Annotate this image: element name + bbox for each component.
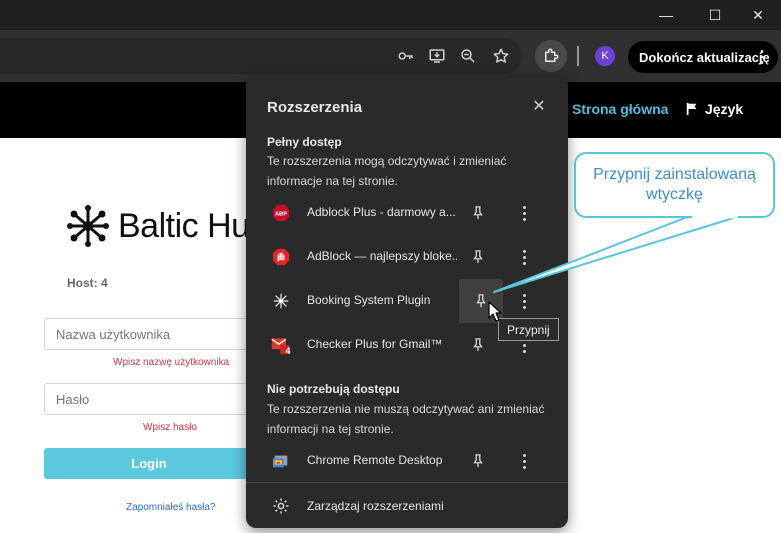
title-bar: — ☐ ✕ [0,0,781,30]
nav-language-label: Język [705,101,744,117]
no-access-heading: Nie potrzebują dostępu [267,382,400,396]
popup-close-button[interactable]: ✕ [530,97,548,115]
pin-icon[interactable] [469,452,487,470]
adblock-hand-icon [271,247,291,267]
close-window-button[interactable]: ✕ [735,0,781,30]
extension-name: Checker Plus for Gmail™ [307,337,443,351]
mouse-cursor-icon [488,301,502,322]
popup-divider [246,482,568,483]
nav-language-link[interactable]: Język [685,101,743,117]
pin-icon[interactable] [469,204,487,222]
no-access-description: Te rozszerzenia nie muszą odczytywać ani… [267,402,545,436]
update-button-label: Dokończ aktualizację [639,49,770,65]
update-button[interactable]: Dokończ aktualizację ⋮ [628,41,778,73]
nav-home-link[interactable]: Strona główna [572,101,668,117]
extensions-popup: Rozszerzenia ✕ Pełny dostęp Te rozszerze… [246,75,568,528]
adblock-plus-icon: ABP [271,203,291,223]
extension-row-adblock[interactable]: AdBlock — najlepszy bloke... [246,235,568,279]
gear-icon [273,498,289,514]
manage-extensions-item[interactable]: Zarządzaj rozszerzeniami [246,490,568,522]
extension-name: AdBlock — najlepszy bloke... [307,249,457,263]
site-logo: Baltic Hu [66,204,250,248]
key-icon[interactable] [394,44,418,68]
profile-initial: K [601,50,609,62]
extension-row-remote-desktop[interactable]: Chrome Remote Desktop [246,439,568,483]
install-app-icon[interactable] [425,44,449,68]
forgot-password-link[interactable]: Zapomniałeś hasła? [126,502,216,513]
maximize-button[interactable]: ☐ [692,0,738,30]
pin-icon [476,294,486,308]
notification-badge: 4 [285,346,291,356]
extension-row-booking-system[interactable]: Booking System Plugin [246,279,568,323]
password-error: Wpisz hasło [143,422,197,433]
password-input[interactable]: Hasło [44,383,254,415]
remote-desktop-icon [271,451,291,471]
extension-name: Chrome Remote Desktop [307,453,443,467]
full-access-heading: Pełny dostęp [267,135,342,149]
gmail-checker-icon: 4 [271,335,291,356]
pin-icon[interactable] [469,248,487,266]
login-button[interactable]: Login [44,448,254,479]
flag-icon [686,102,697,116]
password-placeholder: Hasło [56,391,90,407]
more-options-icon[interactable] [517,202,531,224]
username-input[interactable]: Nazwa użytkownika [44,318,254,350]
extension-name: Booking System Plugin [307,293,431,307]
more-options-icon[interactable] [517,450,531,472]
menu-dots-icon: ⋮ [754,49,770,66]
maximize-icon: ☐ [708,6,722,23]
more-options-icon[interactable] [517,290,531,312]
close-icon: ✕ [752,6,764,23]
popup-title: Rozszerzenia [267,99,363,116]
browser-window: — ☐ ✕ K Dokończ aktualizację ⋮ Strona gł… [0,0,781,533]
logo-mark-icon [67,205,109,247]
svg-text:ABP: ABP [275,212,287,218]
zoom-icon[interactable] [456,44,480,68]
username-placeholder: Nazwa użytkownika [56,326,171,342]
annotation-callout: Przypnij zainstalowaną wtyczkę [574,152,775,218]
profile-avatar[interactable]: K [595,46,615,66]
more-options-icon[interactable] [517,246,531,268]
minimize-button[interactable]: — [643,0,689,30]
pin-icon[interactable] [469,336,487,354]
extensions-puzzle-icon [545,48,559,62]
username-error: Wpisz nazwę użytkownika [113,357,230,368]
host-label: Host: 4 [67,276,108,290]
pin-tooltip: Przypnij [498,318,559,341]
close-icon: ✕ [532,98,546,115]
toolbar-separator [577,46,579,66]
minimize-icon: — [659,7,673,23]
extensions-button[interactable] [535,40,567,72]
logo-text: Baltic Hu [118,206,250,245]
manage-extensions-label: Zarządzaj rozszerzeniami [307,499,444,513]
extension-name: Adblock Plus - darmowy a... [307,205,456,219]
booking-plugin-icon [271,291,291,311]
extension-row-adblock-plus[interactable]: ABP Adblock Plus - darmowy a... [246,191,568,235]
bookmark-star-icon[interactable] [489,44,513,68]
full-access-description: Te rozszerzenia mogą odczytywać i zmieni… [267,154,507,188]
